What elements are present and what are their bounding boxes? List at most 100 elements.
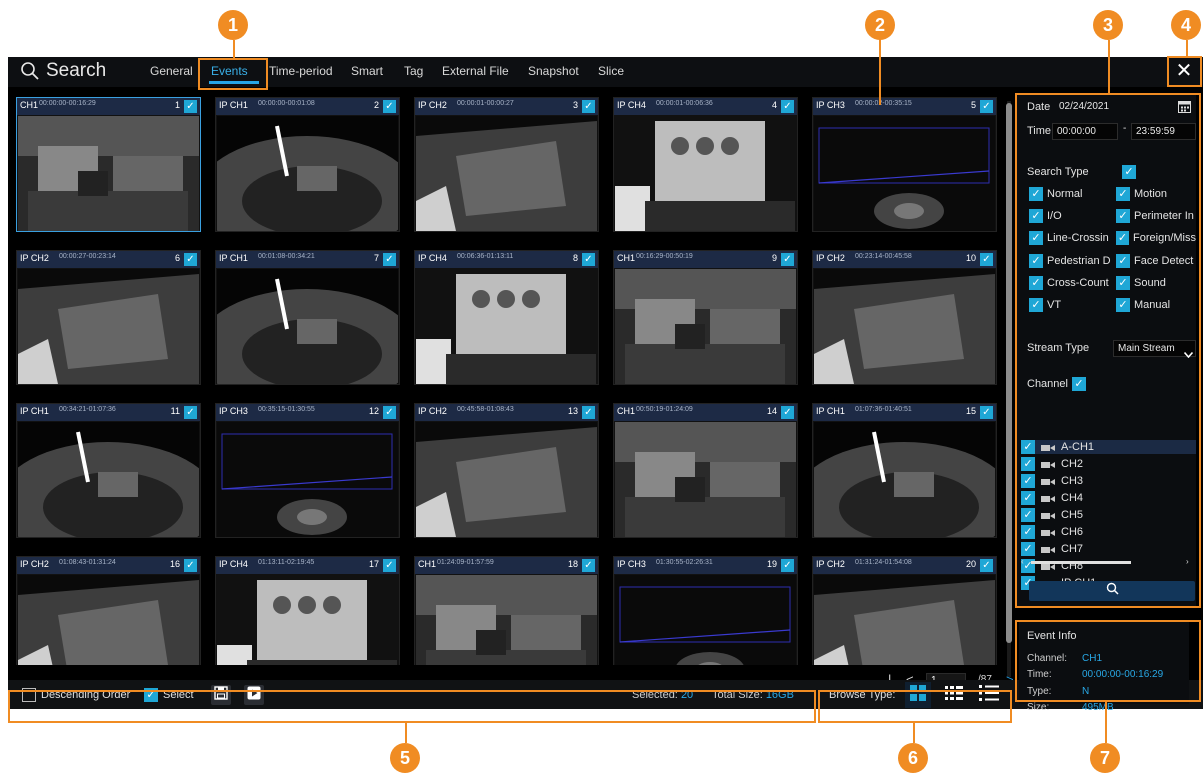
callout-line-5	[405, 723, 407, 743]
thumbnail-channel: IP CH1	[816, 406, 845, 416]
event-thumbnail[interactable]: IP CH1 00:01:08-00:34:21 7 ✓	[215, 250, 400, 385]
event-thumbnail[interactable]: IP CH2 01:08:43-01:31:24 16 ✓	[16, 556, 201, 665]
event-thumbnail[interactable]: IP CH2 00:45:58-01:08:43 13 ✓	[414, 403, 599, 538]
thumbnail-checkbox[interactable]: ✓	[980, 253, 993, 266]
thumbnail-index: 6	[174, 253, 180, 263]
app-title-text: Search	[46, 60, 107, 81]
thumbnail-preview-image	[217, 116, 398, 231]
thumbnail-channel: CH1	[20, 100, 39, 110]
thumbnail-channel: IP CH4	[219, 559, 248, 569]
callout-6: 6	[898, 743, 928, 773]
thumbnail-index: 16	[169, 559, 180, 569]
event-thumbnail[interactable]: CH1 00:00:00-00:16:29 1 ✓	[16, 97, 201, 232]
thumbnail-time-range: 01:13:11-02:19:45	[258, 559, 315, 566]
event-thumbnail[interactable]: IP CH1 01:07:36-01:40:51 15 ✓	[812, 403, 997, 538]
thumbnail-index: 8	[572, 253, 578, 263]
thumbnail-header: IP CH2 00:23:14-00:45:58 10 ✓	[813, 251, 996, 268]
thumbnail-header: IP CH2 01:08:43-01:31:24 16 ✓	[17, 557, 200, 574]
thumbnail-index: 3	[572, 100, 578, 110]
thumbnail-index: 7	[373, 253, 379, 263]
event-thumbnail[interactable]: IP CH2 01:31:24-01:54:08 20 ✓	[812, 556, 997, 665]
thumbnail-checkbox[interactable]: ✓	[184, 100, 197, 113]
event-thumbnail[interactable]: IP CH4 00:06:36-01:13:11 8 ✓	[414, 250, 599, 385]
thumbnail-checkbox[interactable]: ✓	[781, 253, 794, 266]
thumbnail-preview-image	[615, 269, 796, 384]
thumbnail-checkbox[interactable]: ✓	[383, 559, 396, 572]
event-thumbnail[interactable]: CH1 00:50:19-01:24:09 14 ✓	[613, 403, 798, 538]
thumbnail-index: 11	[170, 406, 180, 416]
tab-smart[interactable]: Smart	[351, 64, 383, 78]
thumbnail-time-range: 00:34:21-01:07:36	[59, 406, 116, 413]
tab-general[interactable]: General	[150, 64, 193, 78]
event-thumbnail[interactable]: IP CH1 00:00:00-00:01:08 2 ✓	[215, 97, 400, 232]
callout-7: 7	[1090, 743, 1120, 773]
callout-line-6	[913, 723, 915, 743]
thumbnail-checkbox[interactable]: ✓	[582, 253, 595, 266]
thumbnail-header: IP CH2 00:45:58-01:08:43 13 ✓	[415, 404, 598, 421]
callout-line-1	[233, 40, 235, 58]
thumbnail-checkbox[interactable]: ✓	[582, 100, 595, 113]
callout-line-7	[1105, 702, 1107, 743]
event-thumbnail[interactable]: IP CH3 01:30:55-02:26:31 19 ✓	[613, 556, 798, 665]
event-thumbnail[interactable]: IP CH2 00:00:27-00:23:14 6 ✓	[16, 250, 201, 385]
tab-slice[interactable]: Slice	[598, 64, 624, 78]
event-thumbnail[interactable]: IP CH1 00:34:21-01:07:36 11 ✓	[16, 403, 201, 538]
thumbnail-checkbox[interactable]: ✓	[582, 559, 595, 572]
thumbnail-channel: CH1	[617, 253, 636, 263]
thumbnail-index: 15	[965, 406, 976, 416]
event-thumbnail[interactable]: CH1 00:16:29-00:50:19 9 ✓	[613, 250, 798, 385]
thumbnail-index: 20	[965, 559, 976, 569]
thumbnail-checkbox[interactable]: ✓	[383, 406, 396, 419]
event-thumbnail[interactable]: IP CH2 00:00:01-00:00:27 3 ✓	[414, 97, 599, 232]
thumbnail-index: 17	[368, 559, 379, 569]
thumbnail-channel: IP CH1	[219, 100, 248, 110]
thumbnail-preview-image	[18, 575, 199, 665]
thumbnail-index: 1	[174, 100, 180, 110]
thumbnail-preview-image	[416, 575, 597, 665]
thumbnail-header: CH1 00:16:29-00:50:19 9 ✓	[614, 251, 797, 268]
grid-scrollbar[interactable]	[1006, 95, 1012, 685]
thumbnail-checkbox[interactable]: ✓	[781, 559, 794, 572]
thumbnail-checkbox[interactable]: ✓	[383, 253, 396, 266]
thumbnail-checkbox[interactable]: ✓	[184, 406, 197, 419]
scroll-thumb[interactable]	[1006, 103, 1012, 643]
thumbnail-preview-image	[615, 575, 796, 665]
thumbnail-preview-image	[416, 422, 597, 537]
event-thumbnail[interactable]: IP CH4 01:13:11-02:19:45 17 ✓	[215, 556, 400, 665]
event-thumbnail[interactable]: CH1 01:24:09-01:57:59 18 ✓	[414, 556, 599, 665]
thumbnail-preview-image	[217, 575, 398, 665]
thumbnail-time-range: 00:16:29-00:50:19	[636, 253, 693, 260]
thumbnail-time-range: 00:35:15-01:30:55	[258, 406, 315, 413]
thumbnail-checkbox[interactable]: ✓	[980, 406, 993, 419]
thumbnail-channel: IP CH2	[20, 253, 49, 263]
event-thumbnail[interactable]: IP CH2 00:23:14-00:45:58 10 ✓	[812, 250, 997, 385]
event-thumbnail[interactable]: IP CH3 00:35:15-01:30:55 12 ✓	[215, 403, 400, 538]
callout-4: 4	[1171, 10, 1201, 40]
highlight-filter-panel	[1015, 93, 1201, 608]
thumbnail-preview-image	[416, 269, 597, 384]
tab-tag[interactable]: Tag	[404, 64, 423, 78]
thumbnail-index: 13	[567, 406, 578, 416]
thumbnail-index: 12	[368, 406, 379, 416]
thumbnail-preview-image	[814, 575, 995, 665]
thumbnail-header: IP CH1 00:34:21-01:07:36 11 ✓	[17, 404, 200, 421]
thumbnail-checkbox[interactable]: ✓	[980, 100, 993, 113]
thumbnail-checkbox[interactable]: ✓	[184, 559, 197, 572]
tab-time-period[interactable]: Time-period	[269, 64, 333, 78]
event-thumbnail[interactable]: IP CH4 00:00:01-00:06:36 4 ✓	[613, 97, 798, 232]
thumbnail-checkbox[interactable]: ✓	[383, 100, 396, 113]
thumbnail-checkbox[interactable]: ✓	[980, 559, 993, 572]
callout-2: 2	[865, 10, 895, 40]
thumbnail-channel: IP CH2	[816, 559, 845, 569]
thumbnail-checkbox[interactable]: ✓	[184, 253, 197, 266]
thumbnail-preview-image	[814, 116, 995, 231]
thumbnail-checkbox[interactable]: ✓	[582, 406, 595, 419]
thumbnail-checkbox[interactable]: ✓	[781, 406, 794, 419]
thumbnail-time-range: 00:00:01-00:06:36	[656, 100, 713, 107]
tab-snapshot[interactable]: Snapshot	[528, 64, 579, 78]
thumbnail-header: IP CH3 00:00:02-00:35:15 5 ✓	[813, 98, 996, 115]
event-thumbnail[interactable]: IP CH3 00:00:02-00:35:15 5 ✓	[812, 97, 997, 232]
thumbnail-index: 19	[766, 559, 777, 569]
tab-external-file[interactable]: External File	[442, 64, 509, 78]
thumbnail-checkbox[interactable]: ✓	[781, 100, 794, 113]
